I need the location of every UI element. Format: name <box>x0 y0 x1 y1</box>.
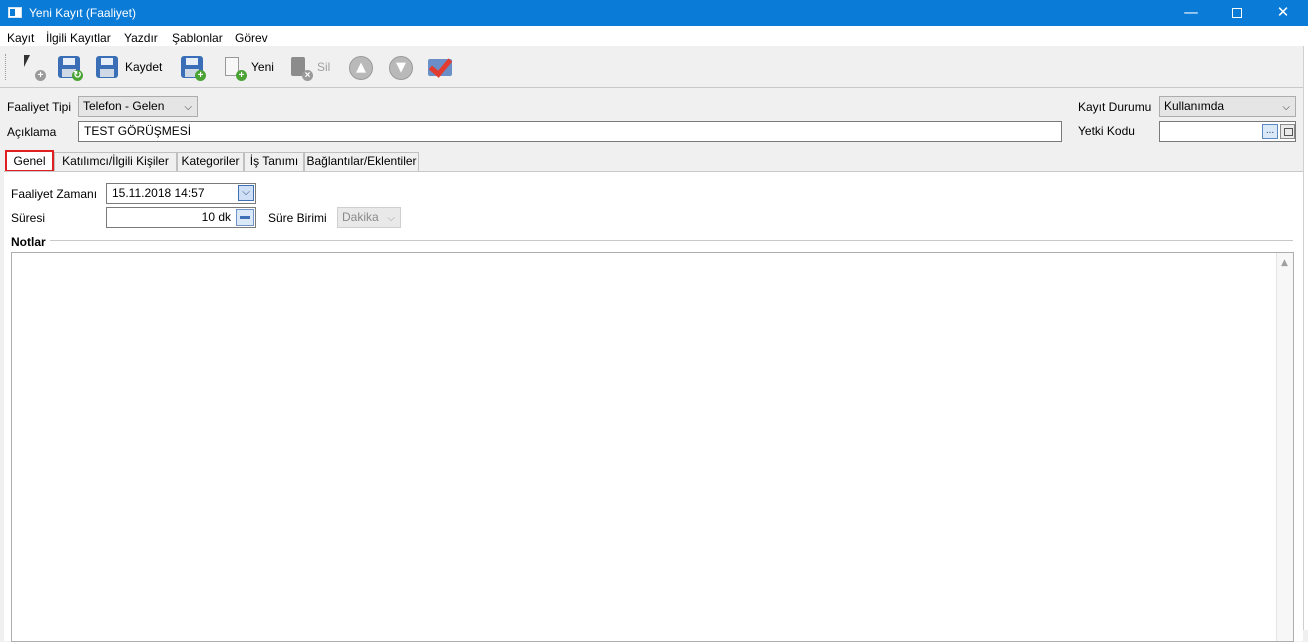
duration-label: Süresi <box>11 211 46 225</box>
add-icon: + <box>195 70 206 81</box>
add-icon: + <box>236 70 247 81</box>
checkmark-icon <box>428 59 452 76</box>
title-bar: Yeni Kayıt (Faaliyet) — ✕ <box>0 0 1308 26</box>
menu-ilgili-kayitlar[interactable]: İlgili Kayıtlar <box>46 31 111 45</box>
record-status-value: Kullanımda <box>1164 99 1225 113</box>
save-button[interactable]: Kaydet <box>95 52 162 82</box>
scroll-up-icon[interactable]: ▲ <box>1281 258 1288 268</box>
maximize-button[interactable] <box>1214 0 1260 26</box>
minimize-button[interactable]: — <box>1168 0 1214 26</box>
pointer-icon <box>24 55 30 67</box>
delete-label: Sil <box>317 60 331 74</box>
activity-time-picker[interactable]: 15.11.2018 14:57 <box>106 183 256 204</box>
new-button[interactable]: + Yeni <box>221 52 274 82</box>
activity-time-label: Faaliyet Zamanı <box>11 187 98 201</box>
save-new-button[interactable]: + <box>180 52 206 82</box>
auth-code-label: Yetki Kodu <box>1078 124 1135 138</box>
toolbar-grip[interactable] <box>5 54 8 80</box>
calendar-dropdown-button[interactable]: ⌵ <box>238 185 254 201</box>
menu-yazdir[interactable]: Yazdır <box>124 31 158 45</box>
activity-time-value: 15.11.2018 14:57 <box>112 186 205 200</box>
duration-input[interactable]: 10 dk <box>106 207 256 228</box>
record-status-label: Kayıt Durumu <box>1078 100 1152 114</box>
refresh-icon: ↻ <box>72 70 83 81</box>
activity-type-value: Telefon - Gelen <box>83 99 165 113</box>
save-refresh-button[interactable]: ↻ <box>57 52 83 82</box>
description-label: Açıklama <box>7 125 57 139</box>
new-from-pointer-button[interactable]: + <box>20 52 46 82</box>
chevron-down-icon: ⌵ <box>1282 102 1290 113</box>
chevron-down-icon: ⌵ <box>184 102 192 113</box>
description-input[interactable]: TEST GÖRÜŞMESİ <box>78 121 1062 142</box>
tab-is-tanimi[interactable]: İş Tanımı <box>244 152 304 171</box>
tab-baglantilar[interactable]: Bağlantılar/Eklentiler <box>304 152 419 171</box>
duration-unit-select[interactable]: Dakika ⌵ <box>337 207 401 228</box>
window-title: Yeni Kayıt (Faaliyet) <box>29 6 136 20</box>
browse-button[interactable]: ... <box>1262 124 1278 139</box>
duration-unit-label: Süre Birimi <box>268 211 327 225</box>
tab-kategoriler[interactable]: Kategoriler <box>177 152 244 171</box>
menu-kayit[interactable]: Kayıt <box>7 31 34 45</box>
notes-label: Notlar <box>11 235 46 249</box>
chevron-down-icon: ⌵ <box>387 213 395 224</box>
activity-type-select[interactable]: Telefon - Gelen ⌵ <box>78 96 198 117</box>
tab-katilimci[interactable]: Katılımcı/İlgili Kişiler <box>54 152 177 171</box>
delete-button[interactable]: × Sil <box>287 52 330 82</box>
menu-gorev[interactable]: Görev <box>235 31 268 45</box>
add-icon: + <box>35 70 46 81</box>
menu-bar: Kayıt İlgili Kayıtlar Yazdır Şablonlar G… <box>0 26 1308 46</box>
move-up-button[interactable]: ▲ <box>348 52 373 82</box>
window-edge <box>1303 46 1308 630</box>
list-button[interactable] <box>1280 124 1295 139</box>
tab-genel[interactable]: Genel <box>5 150 54 172</box>
maximize-icon <box>1232 7 1242 18</box>
notes-scrollbar[interactable]: ▲ <box>1276 253 1293 641</box>
record-status-select[interactable]: Kullanımda ⌵ <box>1159 96 1296 117</box>
notes-divider <box>50 240 1293 241</box>
new-label: Yeni <box>251 60 274 74</box>
toolbar: + ↻ Kaydet + + Yeni × Sil ▲ ▼ <box>0 46 1303 88</box>
duration-unit-value: Dakika <box>342 210 379 224</box>
move-down-button[interactable]: ▼ <box>388 52 413 82</box>
duration-value: 10 dk <box>201 210 231 224</box>
approve-button[interactable] <box>427 52 452 82</box>
duration-button[interactable] <box>236 209 254 226</box>
floppy-icon <box>96 56 118 78</box>
menu-sablonlar[interactable]: Şablonlar <box>172 31 223 45</box>
close-button[interactable]: ✕ <box>1260 0 1306 26</box>
arrow-down-icon: ▼ <box>389 56 413 80</box>
arrow-up-icon: ▲ <box>349 56 373 80</box>
save-label: Kaydet <box>125 60 163 74</box>
notes-textarea[interactable]: ▲ <box>11 252 1294 642</box>
x-icon: × <box>302 70 313 81</box>
activity-type-label: Faaliyet Tipi <box>7 100 72 114</box>
app-icon <box>8 7 22 18</box>
